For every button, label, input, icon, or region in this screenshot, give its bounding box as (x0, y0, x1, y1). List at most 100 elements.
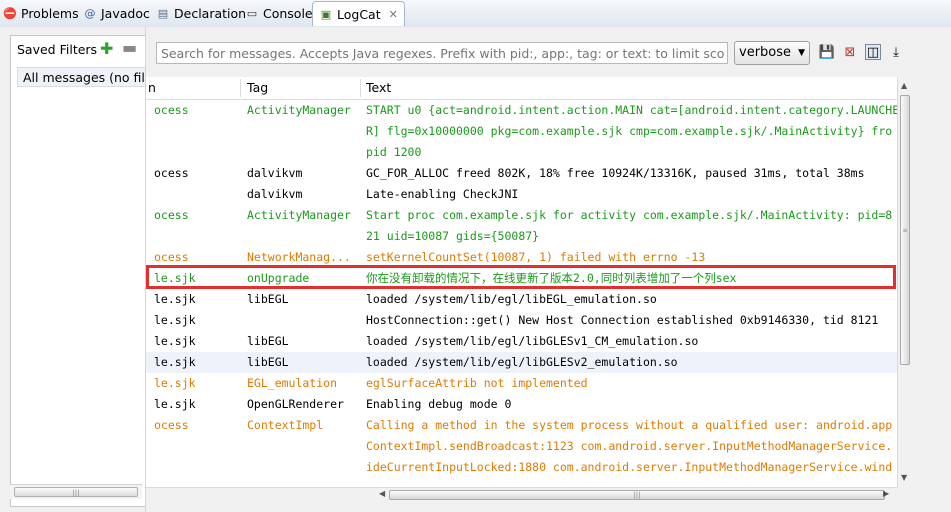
cell-app: ocess (154, 103, 189, 117)
column-header-application[interactable]: n (148, 80, 156, 95)
filter-item-all-messages[interactable]: All messages (no filters) (17, 67, 151, 87)
cell-text: 21 uid=10087 gids={50087} (366, 229, 540, 243)
cell-app: le.sjk (154, 397, 196, 411)
scrollbar-thumb[interactable]: ||| (14, 487, 138, 497)
problems-icon: ⛔ (3, 6, 17, 20)
cell-text: pid 1200 (366, 145, 422, 159)
table-row[interactable]: ocess NetworkManag... setKernelCountSet(10… (146, 247, 897, 268)
cell-tag: EGL_emulation (247, 376, 338, 390)
table-row[interactable]: le.sjk onUpgrade 你在没有卸载的情况下，在线更新了版本2.0,同时列… (146, 268, 897, 289)
cell-text: Late-enabling CheckJNI (366, 187, 519, 201)
cell-text: START u0 {act=android.intent.action.MAIN… (366, 103, 897, 117)
tab-problems[interactable]: ⛔ Problems (3, 3, 79, 23)
cell-app: le.sjk (154, 271, 196, 285)
cell-text: loaded /system/lib/egl/libGLESv1_CM_emul… (366, 334, 699, 348)
table-row[interactable]: dalvikvm Late-enabling CheckJNI (146, 184, 897, 205)
tab-javadoc[interactable]: @ Javadoc (83, 3, 150, 23)
add-filter-icon[interactable]: ✚ (100, 41, 113, 57)
cell-text: setKernelCountSet(10087, 1) failed with … (366, 250, 706, 264)
tab-label: Console (263, 5, 313, 21)
cell-text: ideCurrentInputLocked:1880 com.android.s… (366, 460, 893, 474)
scrollbar-thumb[interactable]: ≡ (900, 95, 910, 365)
tab-label: Problems (21, 5, 79, 21)
remove-filter-icon[interactable]: ▬ (122, 40, 137, 56)
cell-app: le.sjk (154, 334, 196, 348)
table-row[interactable]: le.sjk OpenGLRenderer Enabling debug mode … (146, 394, 897, 415)
cell-app: le.sjk (154, 292, 196, 306)
filters-panel: Saved Filters ✚ ▬ All messages (no filte… (0, 27, 151, 512)
logcat-panel: verbose ▼ 💾 ⊠ ◫ ⤓ n Tag Text ocess Activi… (146, 27, 951, 512)
table-row[interactable]: le.sjk libEGL loaded /system/lib/egl/libEG… (146, 289, 897, 310)
scroll-down-icon[interactable]: ▼ (901, 473, 907, 482)
scrollbar-thumb[interactable]: ||| (389, 490, 885, 500)
console-icon: ▭ (246, 6, 258, 20)
cell-app: le.sjk (154, 355, 196, 369)
chevron-down-icon: ▼ (798, 48, 805, 58)
toggle-filters-icon[interactable]: ◫ (865, 44, 881, 60)
cell-text: Enabling debug mode 0 (366, 397, 512, 411)
column-header-text[interactable]: Text (366, 80, 391, 95)
log-horizontal-scrollbar[interactable]: ◀ ||| ▶ (146, 487, 897, 502)
column-separator[interactable] (240, 79, 241, 97)
cell-app: ocess (154, 418, 189, 432)
table-row[interactable]: pid 1200 (146, 142, 897, 163)
cell-app: ocess (154, 208, 189, 222)
log-level-value: verbose (739, 45, 792, 60)
save-icon[interactable]: 💾 (819, 44, 835, 60)
log-vertical-scrollbar[interactable]: ▲ ≡ ▼ (897, 77, 912, 487)
search-input[interactable] (156, 42, 728, 64)
cell-text: GC_FOR_ALLOC freed 802K, 18% free 10924K… (366, 166, 865, 180)
tab-console[interactable]: ▭ Console (245, 3, 313, 23)
cell-tag: OpenGLRenderer (247, 397, 344, 411)
cell-text: HostConnection::get() New Host Connectio… (366, 313, 879, 327)
at-icon: @ (84, 6, 96, 20)
table-row[interactable]: R] flg=0x10000000 pkg=com.example.sjk cm… (146, 121, 897, 142)
tab-label: LogCat (337, 6, 381, 22)
scroll-lock-icon[interactable]: ⤓ (888, 44, 904, 60)
close-icon[interactable]: ✕ (389, 8, 398, 21)
cell-tag: ActivityManager (247, 208, 351, 222)
cell-tag: libEGL (247, 355, 289, 369)
cell-app: ocess (154, 166, 189, 180)
table-row[interactable]: ContextImpl.sendBroadcast:1123 com.andro… (146, 436, 897, 457)
cell-tag: NetworkManag... (247, 250, 351, 264)
cell-text: eglSurfaceAttrib not implemented (366, 376, 588, 390)
saved-filters-title: Saved Filters (17, 42, 98, 57)
log-table: n Tag Text ocess ActivityManager START u0 … (146, 77, 897, 487)
filters-horizontal-scrollbar[interactable]: ||| (10, 484, 142, 499)
cell-tag: libEGL (247, 292, 289, 306)
logcat-icon: ▣ (320, 7, 332, 21)
cell-text: ContextImpl.sendBroadcast:1123 com.andro… (366, 439, 893, 453)
table-row[interactable]: ocess ActivityManager START u0 {act=androi… (146, 100, 897, 121)
tab-label: Declaration (174, 5, 247, 21)
cell-tag: ActivityManager (247, 103, 351, 117)
scroll-left-icon[interactable]: ◀ (379, 489, 385, 498)
cell-text: Calling a method in the system process w… (366, 418, 893, 432)
scroll-right-icon[interactable]: ▶ (883, 489, 889, 498)
table-row[interactable]: ocess ActivityManager Start proc com.examp… (146, 205, 897, 226)
column-separator[interactable] (360, 79, 361, 97)
cell-app: ocess (154, 250, 189, 264)
table-row[interactable]: le.sjk EGL_emulation eglSurfaceAttrib not … (146, 373, 897, 394)
tab-declaration[interactable]: ▤ Declaration (156, 3, 246, 23)
table-row[interactable]: 21 uid=10087 gids={50087} (146, 226, 897, 247)
table-header: n Tag Text (146, 77, 897, 100)
declaration-icon: ▤ (157, 6, 169, 20)
scroll-up-icon[interactable]: ▲ (901, 81, 907, 90)
tab-logcat[interactable]: ▣ LogCat ✕ (312, 1, 405, 26)
cell-tag: dalvikvm (247, 187, 303, 201)
log-level-select[interactable]: verbose ▼ (734, 41, 810, 65)
table-row[interactable]: ocess ContextImpl Calling a method in the … (146, 415, 897, 436)
table-row[interactable]: ocess dalvikvm GC_FOR_ALLOC freed 802K, 18… (146, 163, 897, 184)
view-tab-bar: ⛔ Problems @ Javadoc ▤ Declaration ▭ Con… (0, 0, 951, 28)
cell-app: le.sjk (154, 313, 196, 327)
table-row[interactable]: le.sjk libEGL loaded /system/lib/egl/libGL… (146, 331, 897, 352)
table-row[interactable]: le.sjk libEGL loaded /system/lib/egl/libGL… (146, 352, 897, 373)
cell-tag: libEGL (247, 334, 289, 348)
clear-log-icon[interactable]: ⊠ (842, 44, 858, 60)
column-header-tag[interactable]: Tag (247, 80, 268, 95)
cell-app: le.sjk (154, 376, 196, 390)
table-row[interactable]: le.sjk HostConnection::get() New Host Con… (146, 310, 897, 331)
cell-tag: ContextImpl (247, 418, 324, 432)
table-row[interactable]: ideCurrentInputLocked:1880 com.android.s… (146, 457, 897, 478)
